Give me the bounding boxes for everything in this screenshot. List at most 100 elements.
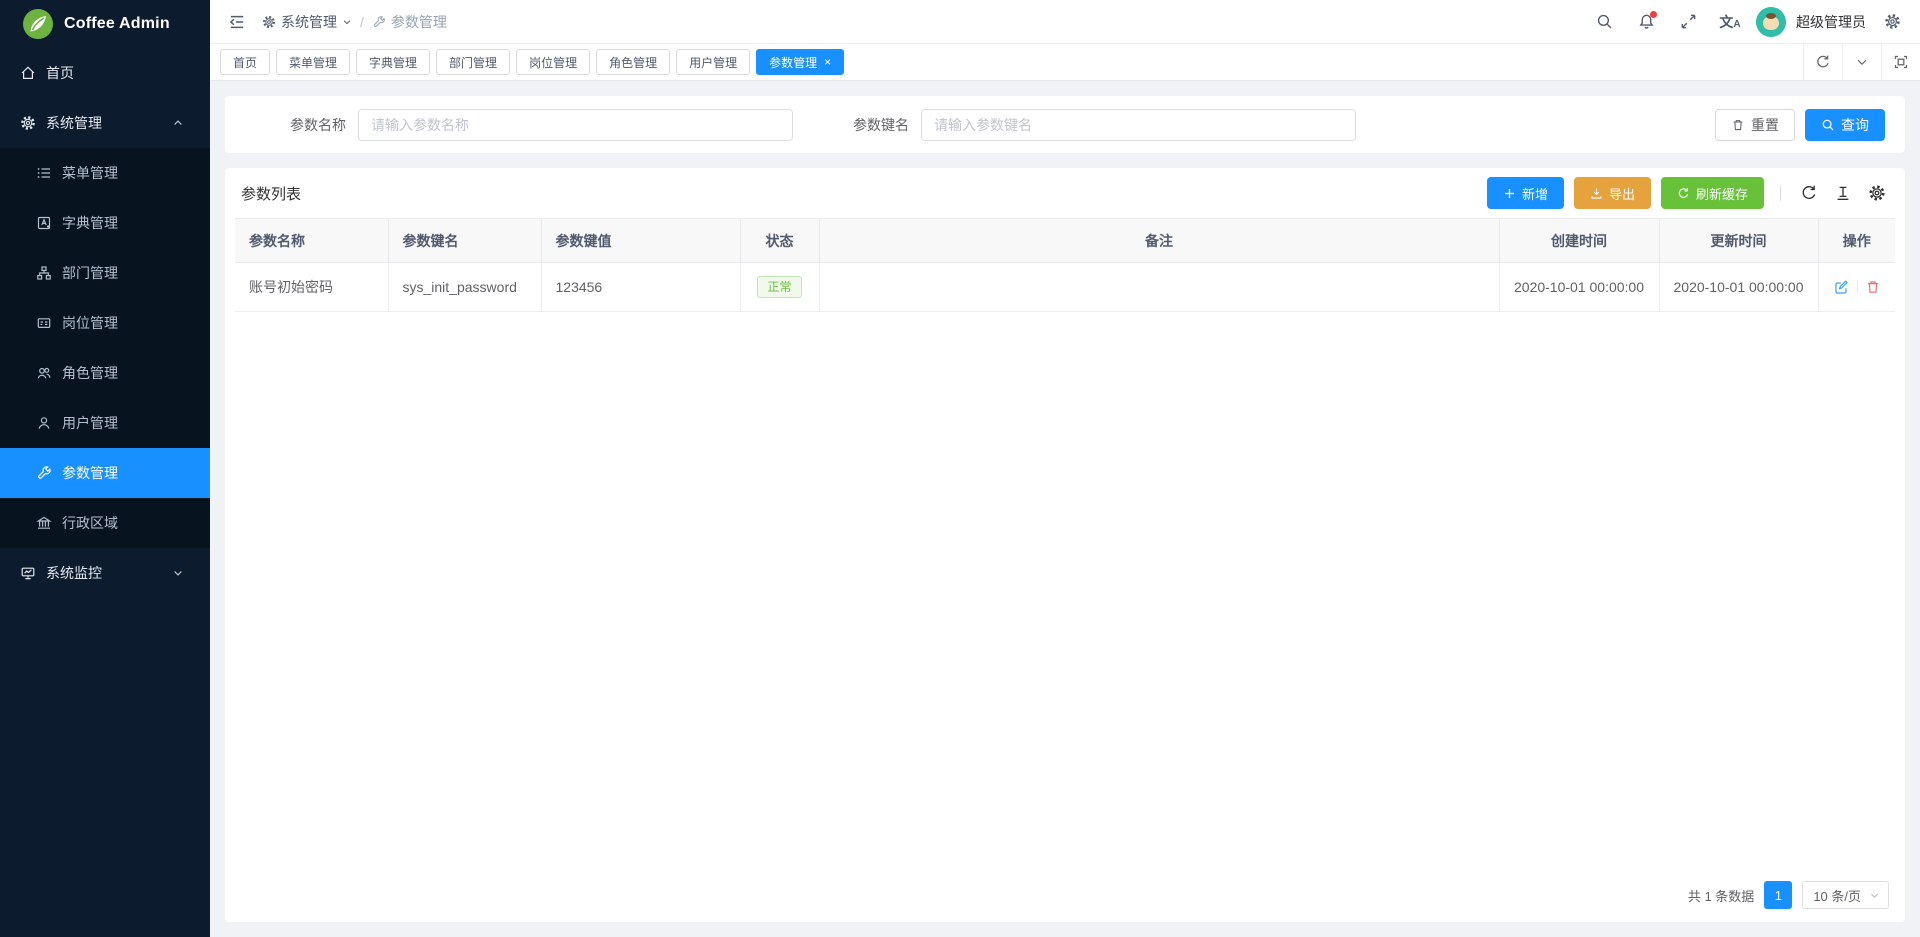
sidebar-item-menu-mgmt[interactable]: 菜单管理 xyxy=(0,148,210,198)
col-remark: 备注 xyxy=(819,219,1499,263)
reset-button[interactable]: 重置 xyxy=(1715,109,1795,141)
gear-icon xyxy=(1868,184,1886,202)
tab-role-mgmt[interactable]: 角色管理 xyxy=(596,49,670,75)
system-mgmt-submenu: 菜单管理 字典管理 部门管理 岗位管理 角色管理 xyxy=(0,148,210,548)
cell-update-time: 2020-10-01 00:00:00 xyxy=(1659,263,1818,312)
tab-label: 用户管理 xyxy=(689,54,737,71)
pagination-total: 共 1 条数据 xyxy=(1688,886,1754,905)
table-size-button[interactable] xyxy=(1831,181,1855,205)
translate-icon: 文A xyxy=(1719,12,1740,32)
param-name-input[interactable] xyxy=(358,109,793,141)
action-divider xyxy=(1857,280,1858,294)
tab-label: 字典管理 xyxy=(369,54,417,71)
menu-fold-icon xyxy=(228,13,246,31)
notifications-button[interactable] xyxy=(1630,6,1662,38)
sidebar-item-role-mgmt[interactable]: 角色管理 xyxy=(0,348,210,398)
sidebar-item-dept-mgmt[interactable]: 部门管理 xyxy=(0,248,210,298)
trash-icon xyxy=(1731,118,1745,132)
tab-label: 岗位管理 xyxy=(529,54,577,71)
avatar[interactable] xyxy=(1756,7,1786,37)
cell-param-value: 123456 xyxy=(541,263,740,312)
chevron-down-icon xyxy=(170,567,186,579)
breadcrumb-item-system-mgmt[interactable]: 系统管理 xyxy=(262,12,352,32)
column-settings-button[interactable] xyxy=(1865,181,1889,205)
tab-close-icon[interactable]: × xyxy=(824,56,831,68)
logo[interactable]: Coffee Admin xyxy=(0,0,210,48)
page-size-select[interactable]: 10 条/页 xyxy=(1802,881,1889,909)
add-button[interactable]: 新增 xyxy=(1487,177,1564,209)
sidebar-item-label: 部门管理 xyxy=(62,263,118,283)
refresh-cache-button[interactable]: 刷新缓存 xyxy=(1661,177,1764,209)
user-name[interactable]: 超级管理员 xyxy=(1796,12,1866,32)
content-fullscreen-button[interactable] xyxy=(1881,44,1920,80)
search-icon xyxy=(1596,13,1613,30)
search-form-card: 参数名称 参数键名 重置 查询 xyxy=(225,96,1905,153)
col-actions: 操作 xyxy=(1818,219,1895,263)
top-header: 系统管理 / 参数管理 文A 超级管理员 xyxy=(210,0,1920,44)
sidebar-item-label: 用户管理 xyxy=(62,413,118,433)
tab-param-mgmt[interactable]: 参数管理 × xyxy=(756,49,844,75)
settings-button[interactable] xyxy=(1876,6,1908,38)
sidebar-item-label: 系统监控 xyxy=(46,563,102,583)
notification-badge xyxy=(1650,11,1657,18)
edit-row-button[interactable] xyxy=(1833,279,1849,295)
param-list-card: 参数列表 新增 导出 刷新缓存 xyxy=(225,168,1905,922)
sidebar-item-param-mgmt[interactable]: 参数管理 xyxy=(0,448,210,498)
text-size-icon xyxy=(1834,184,1852,202)
tab-label: 角色管理 xyxy=(609,54,657,71)
refresh-table-button[interactable] xyxy=(1797,181,1821,205)
language-button[interactable]: 文A xyxy=(1714,6,1746,38)
sidebar-item-dict-mgmt[interactable]: 字典管理 xyxy=(0,198,210,248)
fullscreen-button[interactable] xyxy=(1672,6,1704,38)
dictionary-icon xyxy=(36,215,52,231)
roles-icon xyxy=(36,365,52,381)
sidebar-item-admin-region[interactable]: 行政区域 xyxy=(0,498,210,548)
tab-user-mgmt[interactable]: 用户管理 xyxy=(676,49,750,75)
table-header-row: 参数名称 参数键名 参数键值 状态 备注 创建时间 更新时间 操作 xyxy=(235,219,1895,263)
sidebar-item-system-monitor[interactable]: 系统监控 xyxy=(0,548,210,598)
sidebar-item-home[interactable]: 首页 xyxy=(0,48,210,98)
sidebar-item-post-mgmt[interactable]: 岗位管理 xyxy=(0,298,210,348)
plus-icon xyxy=(1503,187,1516,200)
card-header: 参数列表 新增 导出 刷新缓存 xyxy=(225,168,1905,218)
search-form-buttons: 重置 查询 xyxy=(1715,109,1885,141)
tab-menu-mgmt[interactable]: 菜单管理 xyxy=(276,49,350,75)
page-1-button[interactable]: 1 xyxy=(1764,881,1792,909)
org-tree-icon xyxy=(36,265,52,281)
sidebar-item-user-mgmt[interactable]: 用户管理 xyxy=(0,398,210,448)
col-param-value: 参数键值 xyxy=(541,219,740,263)
tab-menu-dropdown-button[interactable] xyxy=(1842,44,1881,80)
sidebar-item-label: 角色管理 xyxy=(62,363,118,383)
delete-row-button[interactable] xyxy=(1865,279,1881,295)
user-icon xyxy=(36,415,52,431)
tab-dept-mgmt[interactable]: 部门管理 xyxy=(436,49,510,75)
cell-create-time: 2020-10-01 00:00:00 xyxy=(1499,263,1659,312)
cell-param-name: 账号初始密码 xyxy=(235,263,388,312)
tab-home[interactable]: 首页 xyxy=(220,49,270,75)
query-button[interactable]: 查询 xyxy=(1805,109,1885,141)
breadcrumb-label: 参数管理 xyxy=(391,12,447,32)
logo-leaf-icon xyxy=(22,8,54,40)
search-button[interactable] xyxy=(1588,6,1620,38)
chevron-down-icon xyxy=(1855,55,1869,69)
export-label: 导出 xyxy=(1609,184,1635,203)
param-table: 参数名称 参数键名 参数键值 状态 备注 创建时间 更新时间 操作 账号初始密码 xyxy=(235,218,1895,312)
tab-tools xyxy=(1803,44,1920,80)
tab-post-mgmt[interactable]: 岗位管理 xyxy=(516,49,590,75)
tab-label: 菜单管理 xyxy=(289,54,337,71)
sidebar-item-label: 字典管理 xyxy=(62,213,118,233)
card-actions: 新增 导出 刷新缓存 xyxy=(1487,177,1889,209)
status-badge: 正常 xyxy=(757,276,801,298)
table-row: 账号初始密码 sys_init_password 123456 正常 2020-… xyxy=(235,263,1895,312)
param-key-input[interactable] xyxy=(921,109,1356,141)
refresh-icon xyxy=(1677,187,1690,200)
refresh-tab-button[interactable] xyxy=(1803,44,1842,80)
page-size-value: 10 条/页 xyxy=(1813,886,1861,905)
download-icon xyxy=(1590,187,1603,200)
export-button[interactable]: 导出 xyxy=(1574,177,1651,209)
col-update-time: 更新时间 xyxy=(1659,219,1818,263)
tab-dict-mgmt[interactable]: 字典管理 xyxy=(356,49,430,75)
breadcrumb-label: 系统管理 xyxy=(281,12,337,32)
sidebar-collapse-button[interactable] xyxy=(222,7,252,37)
sidebar-item-system-mgmt[interactable]: 系统管理 xyxy=(0,98,210,148)
